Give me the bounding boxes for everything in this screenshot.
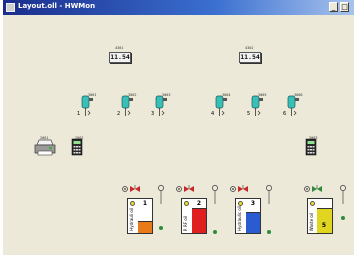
tank-unit-4[interactable]: 5 Waste oil bbox=[303, 184, 349, 246]
sensor-6[interactable]: 3006 6 bbox=[283, 93, 303, 121]
sensor-2[interactable]: 3002 2 bbox=[117, 93, 137, 121]
sensor-tag: 3002 bbox=[128, 93, 137, 97]
controller-unit-1[interactable]: 2002 bbox=[71, 136, 83, 160]
controller-unit-2[interactable]: 3003 bbox=[305, 136, 317, 160]
maximize-button[interactable]: □ bbox=[340, 2, 349, 12]
tank-label: Hydrauli oil bbox=[129, 208, 134, 231]
sensor-number: 5 bbox=[247, 111, 251, 117]
level-indicator-icon bbox=[267, 230, 271, 234]
tank-fill bbox=[317, 208, 332, 233]
sensor-tag: 3001 bbox=[88, 93, 97, 97]
app-icon bbox=[6, 3, 15, 12]
sensor-tag: 3005 bbox=[258, 93, 267, 97]
display-value: 11.54 bbox=[239, 52, 261, 63]
tank-number: 1 bbox=[142, 200, 147, 207]
sensor-5[interactable]: 3005 5 bbox=[247, 93, 267, 121]
tank: 2 P. RF oil bbox=[181, 198, 207, 234]
tank-fill bbox=[246, 212, 260, 233]
hwmon-window: Layout.oll - HWMon _ □ 4301 11.54 4302 1… bbox=[3, 0, 354, 255]
tank-unit-1[interactable]: 1 Hydrauli oil bbox=[121, 184, 167, 246]
tank-number: 5 bbox=[321, 222, 326, 229]
display-value: 11.54 bbox=[109, 52, 131, 63]
printer-tag: 2001 bbox=[40, 136, 49, 140]
tank: 1 Hydrauli oil bbox=[127, 198, 153, 234]
sensor-number: 4 bbox=[211, 111, 215, 117]
sensor-3[interactable]: 3003 3 bbox=[151, 93, 171, 121]
tank-unit-2[interactable]: 2 P. RF oil bbox=[175, 184, 221, 246]
tank-label: P. RF oil bbox=[183, 215, 188, 231]
title-bar[interactable]: Layout.oll - HWMon _ □ bbox=[3, 0, 354, 15]
display-tag: 4302 bbox=[245, 46, 254, 50]
sensor-number: 3 bbox=[151, 111, 155, 117]
level-indicator-icon bbox=[213, 230, 217, 234]
sensor-tag: 3003 bbox=[162, 93, 171, 97]
tank: 5 Waste oil bbox=[307, 198, 333, 234]
controller-tag: 3003 bbox=[309, 136, 318, 140]
sensor-number: 2 bbox=[117, 111, 121, 117]
tank-label: Hydraulic oil bbox=[237, 206, 242, 231]
status-lamp-icon bbox=[184, 201, 189, 206]
sensor-tag: 3004 bbox=[222, 93, 231, 97]
minimize-button[interactable]: _ bbox=[329, 2, 338, 12]
controller-tag: 2002 bbox=[75, 136, 84, 140]
tank-number: 3 bbox=[250, 200, 255, 207]
level-indicator-icon bbox=[159, 226, 163, 230]
level-indicator-icon bbox=[341, 216, 345, 220]
tank-unit-3[interactable]: 3 Hydraulic oil bbox=[229, 184, 275, 246]
display-tag: 4301 bbox=[115, 46, 124, 50]
tank-fill bbox=[138, 221, 152, 233]
sensor-number: 6 bbox=[283, 111, 287, 117]
tank: 3 Hydraulic oil bbox=[235, 198, 261, 234]
tank-fill bbox=[192, 208, 206, 233]
sensor-number: 1 bbox=[77, 111, 81, 117]
sensor-tag: 3006 bbox=[294, 93, 303, 97]
sensor-1[interactable]: 3001 1 bbox=[77, 93, 97, 121]
printer-device[interactable]: 2001 bbox=[33, 136, 57, 160]
status-lamp-icon bbox=[130, 201, 135, 206]
tank-label: Waste oil bbox=[309, 212, 314, 231]
window-title: Layout.oll - HWMon bbox=[18, 2, 96, 10]
status-lamp-icon bbox=[310, 201, 315, 206]
sensor-4[interactable]: 3004 4 bbox=[211, 93, 231, 121]
tank-number: 2 bbox=[196, 200, 201, 207]
